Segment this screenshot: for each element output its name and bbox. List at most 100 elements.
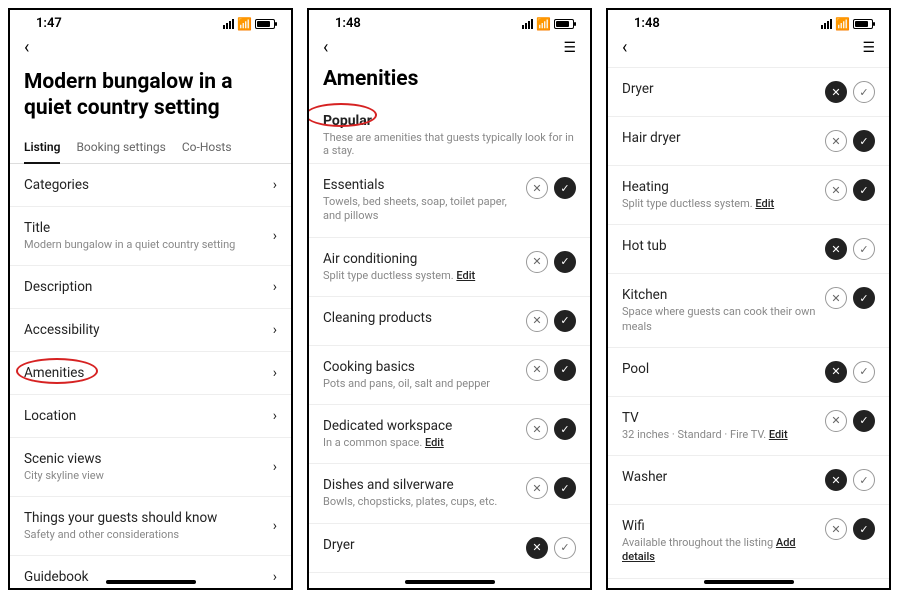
chevron-right-icon: › [273,228,277,244]
section-title: Popular [323,113,576,129]
toggle-no[interactable]: ✕ [825,361,847,383]
toggle-no[interactable]: ✕ [825,238,847,260]
amenity-row: Washer✕✓ [608,456,889,505]
toggle-no[interactable]: ✕ [526,359,548,381]
amenity-label: Heating [622,179,817,195]
back-button[interactable]: ‹ [24,39,29,57]
toggle-yes[interactable]: ✓ [853,81,875,103]
toggle-no[interactable]: ✕ [825,81,847,103]
home-indicator [704,580,794,584]
nav-row: ‹ ☰ [608,33,889,67]
row-label: Location [24,408,265,424]
amenity-row: EssentialsTowels, bed sheets, soap, toil… [309,164,590,238]
row-subtitle: Safety and other considerations [24,528,265,542]
amenity-toggles: ✕✓ [825,518,875,540]
toggle-yes[interactable]: ✓ [554,310,576,332]
toggle-no[interactable]: ✕ [526,310,548,332]
amenity-toggles: ✕✓ [825,81,875,103]
row-subtitle: Modern bungalow in a quiet country setti… [24,238,265,252]
amenity-row: Pool✕✓ [608,348,889,397]
toggle-no[interactable]: ✕ [825,287,847,309]
settings-row[interactable]: Things your guests should knowSafety and… [10,497,291,556]
amenity-toggles: ✕✓ [526,177,576,199]
row-label: Amenities [24,365,265,381]
signal-icon [821,19,832,29]
amenity-toggles: ✕✓ [825,238,875,260]
settings-row[interactable]: Accessibility › [10,309,291,352]
edit-link[interactable]: Edit [425,436,444,449]
toggle-no[interactable]: ✕ [526,177,548,199]
settings-row[interactable]: Amenities› [10,352,291,395]
toggle-yes[interactable]: ✓ [853,238,875,260]
settings-row[interactable]: TitleModern bungalow in a quiet country … [10,207,291,266]
amenity-row: Kitchen Space where guests can cook their… [608,274,889,348]
toggle-yes[interactable]: ✓ [554,177,576,199]
tab-co-hosts[interactable]: Co-Hosts [182,134,232,163]
row-label: Accessibility [24,322,265,338]
amenity-label: Hot tub [622,238,817,254]
toggle-no[interactable]: ✕ [825,518,847,540]
clock: 1:48 [335,16,361,31]
amenity-label: TV [622,410,817,426]
toggle-yes[interactable]: ✓ [853,179,875,201]
toggle-no[interactable]: ✕ [825,410,847,432]
amenity-toggles: ✕✓ [526,251,576,273]
back-button[interactable]: ‹ [622,39,627,57]
toggle-no[interactable]: ✕ [526,418,548,440]
back-button[interactable]: ‹ [323,39,328,57]
toggle-yes[interactable]: ✓ [853,469,875,491]
amenity-label: Cleaning products [323,310,518,326]
toggle-no[interactable]: ✕ [526,251,548,273]
edit-link[interactable]: Edit [456,269,475,282]
page-title: Amenities [309,67,590,109]
list-view-icon[interactable]: ☰ [862,40,875,56]
amenity-toggles: ✕✓ [526,310,576,332]
toggle-no[interactable]: ✕ [825,469,847,491]
amenity-subtitle: Space where guests can cook their own me… [622,305,817,334]
amenity-label: Kitchen [622,287,817,303]
toggle-yes[interactable]: ✓ [853,410,875,432]
screen-3-amenities-cont: 1:48 📶 ‹ ☰ Dryer✕✓Hair dryer✕✓HeatingSpl… [606,8,891,590]
toggle-yes[interactable]: ✓ [554,477,576,499]
chevron-right-icon: › [273,518,277,534]
amenity-subtitle: Available throughout the listing Add det… [622,536,817,565]
amenity-toggles: ✕✓ [526,477,576,499]
wifi-icon: 📶 [536,17,551,31]
status-icons: 📶 [522,17,574,31]
edit-link[interactable]: Edit [769,428,788,441]
amenity-row: Dryer✕✓ [309,524,590,573]
toggle-yes[interactable]: ✓ [853,361,875,383]
toggle-yes[interactable]: ✓ [554,537,576,559]
amenity-subtitle: Split type ductless system. Edit [622,197,817,211]
status-bar: 1:47 📶 [10,10,291,33]
list-view-icon[interactable]: ☰ [563,40,576,56]
toggle-no[interactable]: ✕ [825,130,847,152]
toggle-yes[interactable]: ✓ [554,359,576,381]
toggle-yes[interactable]: ✓ [853,287,875,309]
amenity-subtitle: In a common space. Edit [323,436,518,450]
tab-listing[interactable]: Listing [24,134,60,164]
settings-row[interactable]: Scenic viewsCity skyline view› [10,438,291,497]
toggle-yes[interactable]: ✓ [853,130,875,152]
toggle-yes[interactable]: ✓ [554,251,576,273]
toggle-yes[interactable]: ✓ [554,418,576,440]
chevron-right-icon: › [273,322,277,338]
amenity-label: Air conditioning [323,251,518,267]
wifi-icon: 📶 [835,17,850,31]
toggle-no[interactable]: ✕ [825,179,847,201]
settings-row[interactable]: Description› [10,266,291,309]
amenity-label: Cooking basics [323,359,518,375]
amenity-label: Dryer [622,81,817,97]
amenity-label: Dishes and silverware [323,477,518,493]
edit-link[interactable]: Edit [755,197,774,210]
tab-booking-settings[interactable]: Booking settings [76,134,165,163]
toggle-yes[interactable]: ✓ [853,518,875,540]
clock: 1:48 [634,16,660,31]
toggle-no[interactable]: ✕ [526,477,548,499]
toggle-no[interactable]: ✕ [526,537,548,559]
home-indicator [405,580,495,584]
settings-row[interactable]: Categories› [10,164,291,207]
signal-icon [223,19,234,29]
add-details-link[interactable]: Add details [622,536,796,563]
settings-row[interactable]: Location› [10,395,291,438]
